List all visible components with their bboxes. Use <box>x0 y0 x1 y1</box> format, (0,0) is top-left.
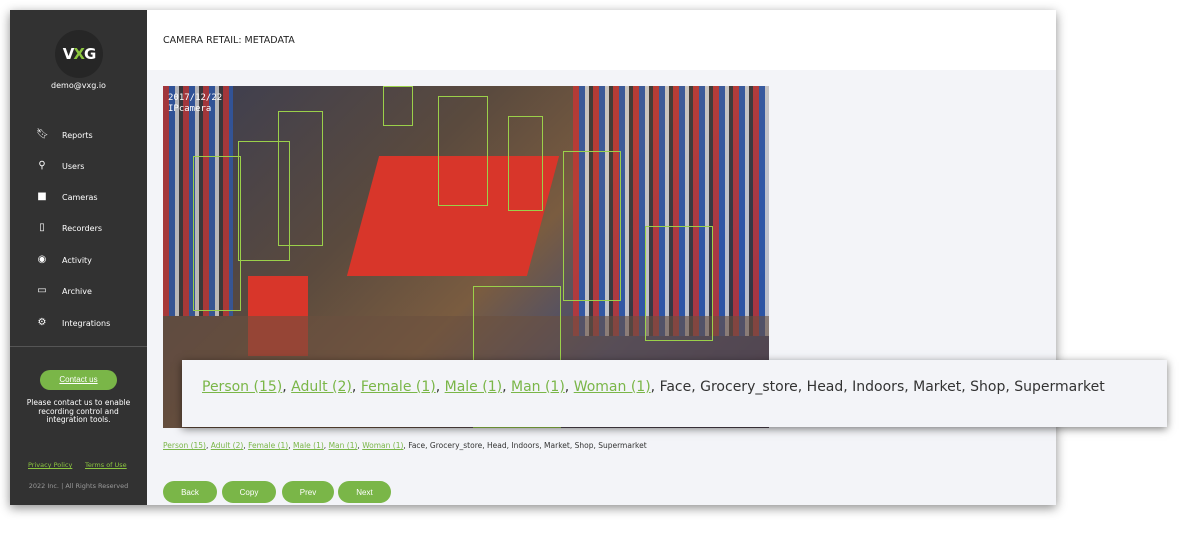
terms-of-use-link[interactable]: Terms of Use <box>85 461 127 469</box>
sidebar-item-recorders[interactable]: ▯ Recorders <box>36 222 102 234</box>
header: CAMERA RETAIL: METADATA <box>147 10 1056 70</box>
next-button[interactable]: Next <box>338 481 391 503</box>
sidebar-item-label: Reports <box>62 130 93 140</box>
sidebar-item-users[interactable]: ⚲ Users <box>36 160 84 172</box>
sidebar-item-label: Users <box>62 161 85 171</box>
tag-link[interactable]: Man (1) <box>511 379 565 395</box>
sidebar-item-integrations[interactable]: ⚙ Integrations <box>36 317 111 329</box>
contact-note: Please contact us to enable recording co… <box>26 398 131 424</box>
sidebar-item-activity[interactable]: ◉ Activity <box>36 254 92 266</box>
divider <box>10 346 147 347</box>
tag-list-plain: Face, Grocery_store, Head, Indoors, Mark… <box>659 379 1105 395</box>
tag-link[interactable]: Woman (1) <box>362 441 403 450</box>
tag-link[interactable]: Male (1) <box>293 441 324 450</box>
eye-icon: ◉ <box>37 254 47 265</box>
tablet-icon: ▯ <box>39 222 45 233</box>
sidebar: VXG demo@vxg.io 🔖︎ Reports ⚲ Users ■ Camera… <box>10 10 147 505</box>
copyright: 2022 Inc. | All Rights Reserved <box>28 482 129 490</box>
tag-link[interactable]: Adult (2) <box>291 379 352 395</box>
app-window: VXG demo@vxg.io 🔖︎ Reports ⚲ Users ■ Camera… <box>10 10 1056 505</box>
contact-us-button[interactable]: Contact us <box>40 370 117 390</box>
tags-zoom-callout: Person (15), Adult (2), Female (1), Male… <box>182 360 1167 427</box>
user-email: demo@vxg.io <box>51 81 106 90</box>
prev-button[interactable]: Prev <box>282 481 334 503</box>
user-icon: ⚲ <box>38 160 46 171</box>
tag-link[interactable]: Female (1) <box>248 441 288 450</box>
tag-list-plain: Face, Grocery_store, Head, Indoors, Mark… <box>408 441 647 450</box>
tag-link[interactable]: Person (15) <box>202 379 282 395</box>
tag-link[interactable]: Person (15) <box>163 441 206 450</box>
sidebar-item-label: Activity <box>62 255 92 265</box>
sidebar-item-label: Archive <box>62 286 92 296</box>
sidebar-item-reports[interactable]: 🔖︎ Reports <box>36 129 93 141</box>
gears-icon: ⚙ <box>37 317 47 328</box>
camera-name-overlay: IPcamera <box>168 104 212 114</box>
camera-timestamp: 2017/12/22 <box>168 93 223 103</box>
sidebar-item-label: Recorders <box>62 223 103 233</box>
metadata-tags: Person (15), Adult (2), Female (1), Male… <box>163 441 647 450</box>
sidebar-item-label: Cameras <box>62 192 98 202</box>
logo: VXG <box>55 30 103 78</box>
sidebar-item-label: Integrations <box>62 318 111 328</box>
tag-link[interactable]: Woman (1) <box>574 379 651 395</box>
sidebar-item-archive[interactable]: ▭ Archive <box>36 285 92 297</box>
folder-icon: ▭ <box>37 285 47 296</box>
tag-link[interactable]: Adult (2) <box>211 441 244 450</box>
tag-link[interactable]: Male (1) <box>445 379 502 395</box>
tag-link[interactable]: Female (1) <box>361 379 436 395</box>
bookmark-icon: 🔖︎ <box>36 129 49 140</box>
back-button[interactable]: Back <box>163 481 217 503</box>
copy-button[interactable]: Copy <box>222 481 276 503</box>
tag-link[interactable]: Man (1) <box>329 441 358 450</box>
sidebar-item-cameras[interactable]: ■ Cameras <box>36 191 98 203</box>
privacy-policy-link[interactable]: Privacy Policy <box>28 461 72 469</box>
page-title: CAMERA RETAIL: METADATA <box>163 35 295 46</box>
video-camera-icon: ■ <box>37 191 47 202</box>
